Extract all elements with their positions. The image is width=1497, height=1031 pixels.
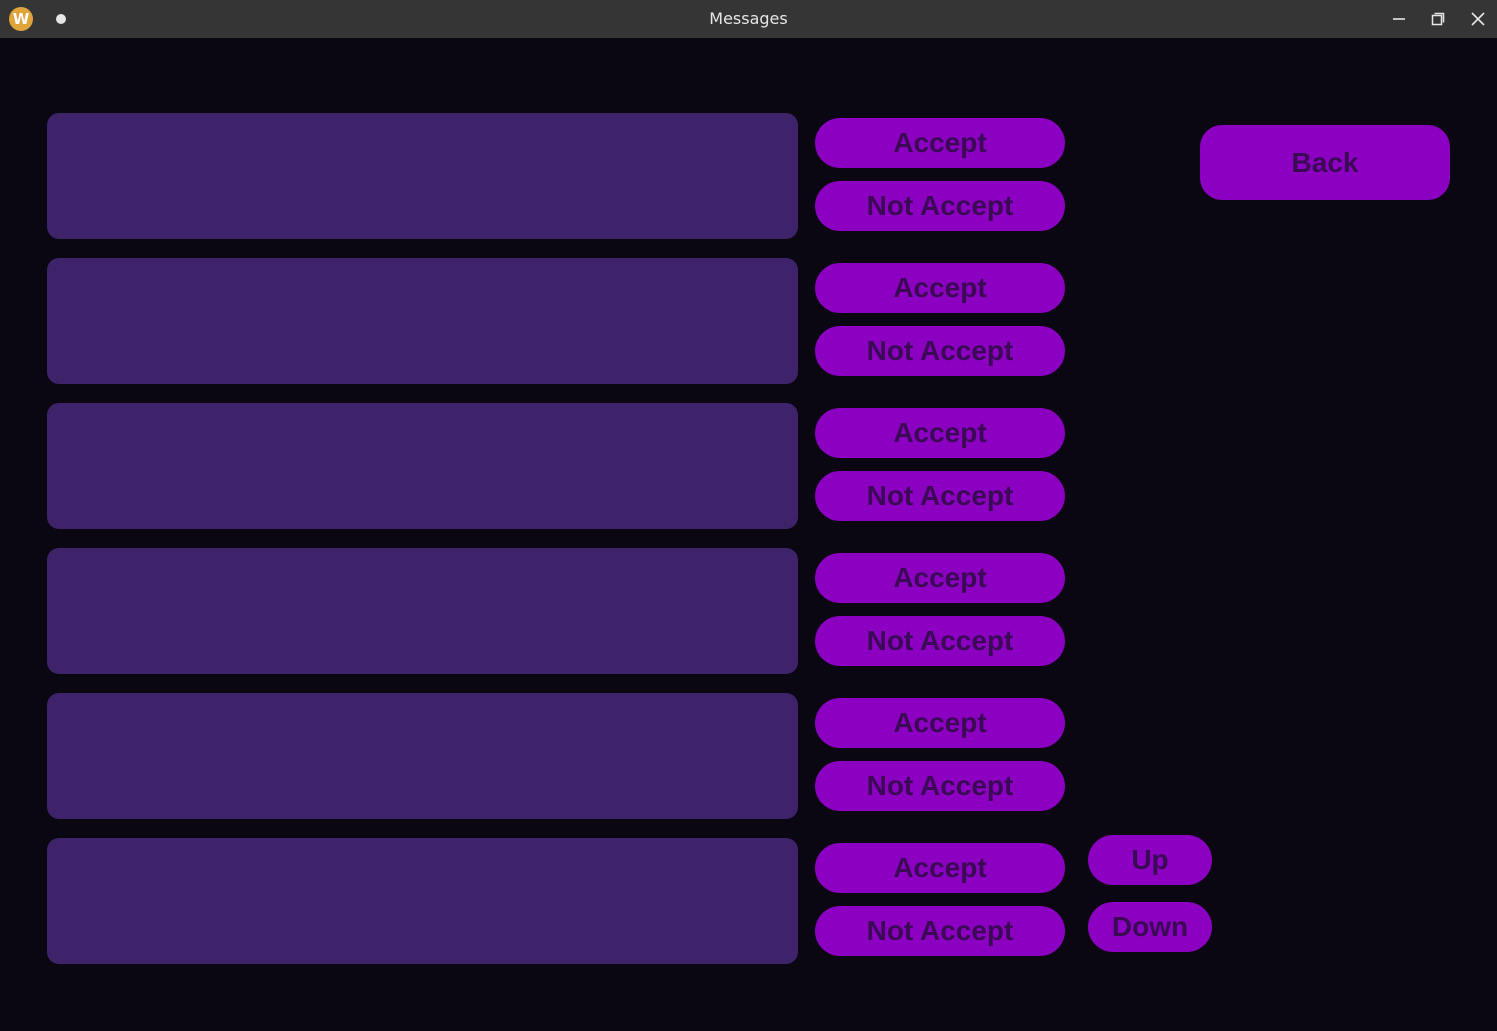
- message-row: Accept Not Accept: [47, 838, 1067, 964]
- not-accept-button[interactable]: Not Accept: [815, 326, 1065, 376]
- message-row: Accept Not Accept: [47, 113, 1067, 239]
- message-box: [47, 693, 798, 819]
- message-row: Accept Not Accept: [47, 548, 1067, 674]
- accept-button[interactable]: Accept: [815, 408, 1065, 458]
- back-button[interactable]: Back: [1200, 125, 1450, 200]
- message-box: [47, 838, 798, 964]
- message-row: Accept Not Accept: [47, 403, 1067, 529]
- minimize-icon[interactable]: [1387, 7, 1411, 31]
- accept-button[interactable]: Accept: [815, 118, 1065, 168]
- accept-button[interactable]: Accept: [815, 553, 1065, 603]
- message-row: Accept Not Accept: [47, 693, 1067, 819]
- close-icon[interactable]: [1466, 7, 1490, 31]
- title-bar: W Messages: [0, 0, 1497, 38]
- not-accept-button[interactable]: Not Accept: [815, 181, 1065, 231]
- accept-button[interactable]: Accept: [815, 698, 1065, 748]
- accept-button[interactable]: Accept: [815, 843, 1065, 893]
- scroll-down-button[interactable]: Down: [1088, 902, 1212, 952]
- not-accept-button[interactable]: Not Accept: [815, 906, 1065, 956]
- not-accept-button[interactable]: Not Accept: [815, 616, 1065, 666]
- accept-button[interactable]: Accept: [815, 263, 1065, 313]
- scroll-up-button[interactable]: Up: [1088, 835, 1212, 885]
- message-box: [47, 403, 798, 529]
- window-title: Messages: [709, 9, 788, 28]
- message-box: [47, 258, 798, 384]
- messages-panel: Accept Not Accept Accept Not Accept Acce…: [0, 38, 1497, 1031]
- not-accept-button[interactable]: Not Accept: [815, 471, 1065, 521]
- message-row: Accept Not Accept: [47, 258, 1067, 384]
- restore-icon[interactable]: [1426, 7, 1450, 31]
- message-box: [47, 548, 798, 674]
- not-accept-button[interactable]: Not Accept: [815, 761, 1065, 811]
- message-box: [47, 113, 798, 239]
